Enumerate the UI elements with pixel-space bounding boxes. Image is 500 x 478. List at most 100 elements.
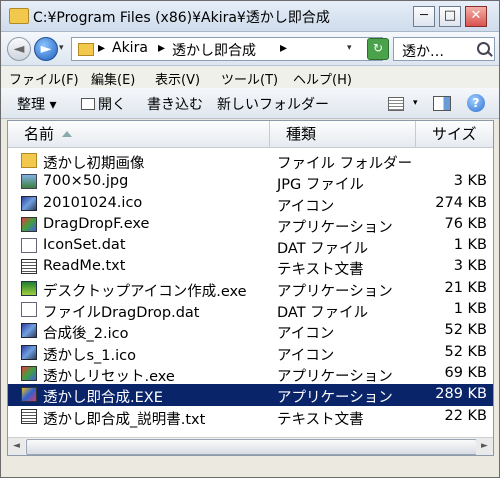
file-size: 76 KB [444, 215, 487, 232]
sort-up-icon [62, 131, 73, 137]
table-row[interactable]: 透かし即合成_説明書.txt テキスト文書 22 KB [8, 406, 493, 428]
column-size-label: サイズ [432, 125, 477, 143]
file-list[interactable]: 名前 種類 サイズ 透かし初期画像 ファイル フォルダー 700×50.jpg JPG… [7, 120, 494, 456]
file-size: 3 KB [453, 258, 487, 275]
scrollbar-thumb[interactable] [26, 439, 477, 455]
file-type: テキスト文書 [277, 411, 364, 428]
maximize-button[interactable]: □ [439, 6, 461, 27]
view-dropdown[interactable]: ▾ [413, 98, 418, 108]
table-row[interactable]: 合成後_2.ico アイコン 52 KB [8, 320, 493, 343]
column-size[interactable]: サイズ [416, 121, 493, 147]
table-row[interactable]: ファイルDragDrop.dat DAT ファイル 1 KB [8, 299, 493, 322]
file-size: 52 KB [444, 343, 487, 360]
crumb-separator[interactable]: ▸ [158, 40, 165, 56]
crumb-separator[interactable]: ▸ [280, 40, 287, 56]
file-size: 21 KB [444, 279, 487, 296]
search-input[interactable]: 透か… [393, 37, 495, 61]
menu-bar: ファイル(F) 編集(E) 表示(V) ツール(T) ヘルプ(H) [1, 66, 499, 88]
menu-edit[interactable]: 編集(E) [91, 69, 135, 88]
search-value: 透か… [402, 44, 444, 60]
open-icon [81, 98, 95, 110]
file-size: 52 KB [444, 322, 487, 339]
file-size: 1 KB [453, 301, 487, 318]
ico-icon [21, 323, 37, 339]
address-dropdown[interactable]: ▾ [347, 43, 352, 53]
exe-icon [21, 216, 37, 232]
table-row-selected[interactable]: 透かし即合成.EXE アプリケーション 289 KB [8, 384, 493, 407]
command-bar: 整理 ▾ 開く 書き込む 新しいフォルダー ▾ ? [1, 88, 499, 119]
dat-icon [21, 302, 37, 318]
file-type: DAT ファイル [277, 305, 369, 322]
table-row[interactable]: DragDropF.exe アプリケーション 76 KB [8, 214, 493, 236]
open-button[interactable]: 開く [81, 94, 126, 114]
file-type: ファイル フォルダー [277, 156, 413, 172]
file-name: ReadMe.txt [43, 258, 126, 275]
folder-icon [78, 43, 94, 56]
recent-pages-dropdown[interactable]: ▾ [59, 43, 64, 53]
table-row[interactable]: IconSet.dat DAT ファイル 1 KB [8, 235, 493, 258]
crumb-separator[interactable]: ▸ [98, 40, 105, 56]
file-rows: 透かし初期画像 ファイル フォルダー 700×50.jpg JPG ファイル 3 KB 2… [8, 150, 493, 428]
file-size: 22 KB [444, 407, 487, 424]
file-name: 透かしs_1.ico [43, 347, 137, 364]
file-size: 3 KB [453, 173, 487, 190]
file-name: DragDropF.exe [43, 215, 150, 232]
burn-button[interactable]: 書き込む [147, 94, 203, 114]
table-row[interactable]: デスクトップアイコン作成.exe アプリケーション 21 KB [8, 278, 493, 300]
organize-button[interactable]: 整理 ▾ [17, 94, 56, 114]
column-type-label: 種類 [286, 125, 317, 143]
file-type: アイコン [277, 347, 335, 364]
menu-view[interactable]: 表示(V) [155, 69, 200, 88]
title-bar[interactable]: C:¥Program Files (x86)¥Akira¥透かし即合成 ─ □ … [1, 1, 499, 32]
breadcrumb-current[interactable]: 透かし即合成 [172, 40, 256, 60]
scroll-left-button[interactable]: ◄ [8, 438, 25, 455]
column-type[interactable]: 種類 [270, 121, 416, 147]
view-options-icon[interactable] [388, 97, 404, 111]
table-row[interactable]: 透かし初期画像 ファイル フォルダー [8, 150, 493, 172]
file-name: 透かし初期画像 [43, 156, 145, 172]
ico-icon [21, 344, 37, 360]
table-row[interactable]: 20101024.ico アイコン 274 KB [8, 193, 493, 215]
file-type: アイコン [277, 326, 335, 343]
file-name: 透かし即合成.EXE [43, 390, 163, 407]
file-type: JPG ファイル [277, 177, 364, 194]
file-name: 透かし即合成_説明書.txt [43, 411, 206, 428]
folder-icon [9, 8, 29, 24]
table-row[interactable]: ReadMe.txt テキスト文書 3 KB [8, 256, 493, 278]
new-folder-button[interactable]: 新しいフォルダー [217, 94, 329, 114]
exe-icon [21, 280, 37, 296]
txt-icon [21, 408, 37, 424]
table-row[interactable]: 透かしリセット.exe アプリケーション 69 KB [8, 363, 493, 385]
file-name: 合成後_2.ico [43, 326, 129, 343]
horizontal-scrollbar[interactable]: ◄ ► [8, 437, 493, 455]
file-name: デスクトップアイコン作成.exe [43, 283, 247, 300]
close-button[interactable]: ✕ [465, 6, 487, 27]
back-button[interactable]: ◄ [7, 37, 31, 61]
menu-help[interactable]: ヘルプ(H) [293, 69, 352, 88]
txt-icon [21, 259, 37, 275]
search-icon[interactable] [477, 42, 490, 55]
file-type: アプリケーション [277, 283, 393, 300]
refresh-button[interactable]: ↻ [367, 38, 389, 60]
column-header: 名前 種類 サイズ [8, 121, 493, 148]
address-bar: ◄ ► ▾ ▸ Akira ▸ 透かし即合成 ▸ ▾ ↻ 透か… [1, 32, 499, 66]
dat-icon [21, 238, 37, 254]
ico-icon [21, 195, 37, 211]
table-row[interactable]: 透かしs_1.ico アイコン 52 KB [8, 342, 493, 364]
forward-button[interactable]: ► [34, 37, 58, 61]
menu-tools[interactable]: ツール(T) [221, 69, 278, 88]
file-name: ファイルDragDrop.dat [43, 305, 200, 322]
preview-pane-icon[interactable] [433, 96, 451, 111]
table-row[interactable]: 700×50.jpg JPG ファイル 3 KB [8, 171, 493, 194]
help-icon[interactable]: ? [467, 94, 485, 112]
open-label: 開く [98, 97, 126, 113]
exe-icon [21, 365, 37, 381]
menu-file[interactable]: ファイル(F) [9, 69, 79, 88]
address-input[interactable]: ▸ Akira ▸ 透かし即合成 ▸ ▾ [71, 37, 383, 61]
minimize-button[interactable]: ─ [413, 6, 435, 27]
file-type: DAT ファイル [277, 241, 369, 258]
scroll-right-button[interactable]: ► [476, 438, 493, 455]
column-name[interactable]: 名前 [8, 121, 270, 147]
breadcrumb-akira[interactable]: Akira [112, 40, 148, 56]
file-name: 20101024.ico [43, 194, 143, 211]
